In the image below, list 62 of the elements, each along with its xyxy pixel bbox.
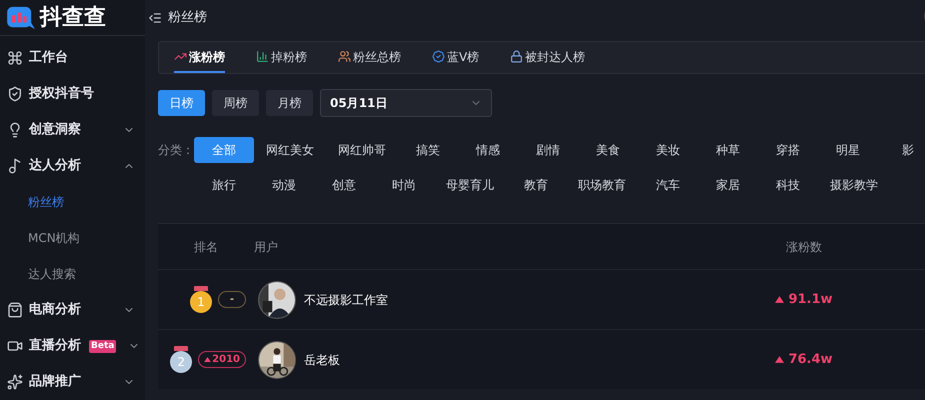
sidebar-subitem[interactable]: 粉丝榜 bbox=[0, 184, 145, 220]
sidebar-subitem[interactable]: MCN机构 bbox=[0, 220, 145, 256]
category-option[interactable]: 职场教育 bbox=[566, 172, 638, 198]
sidebar-item[interactable]: 工作台 bbox=[0, 40, 145, 76]
category-option[interactable]: 影 bbox=[878, 137, 925, 163]
category-option[interactable]: 情感 bbox=[458, 137, 518, 163]
sidebar-item[interactable]: 电商分析 bbox=[0, 292, 145, 328]
category-option[interactable]: 汽车 bbox=[638, 172, 698, 198]
user-name[interactable]: 不远摄影工作室 bbox=[304, 290, 388, 308]
sidebar-item[interactable]: 创意洞察 bbox=[0, 112, 145, 148]
page-title: 粉丝榜 bbox=[168, 8, 207, 27]
category-option[interactable]: 美食 bbox=[578, 137, 638, 163]
category-label: 分类： bbox=[158, 142, 194, 159]
tab[interactable]: 涨粉榜 bbox=[174, 42, 225, 73]
category-option[interactable]: 时尚 bbox=[374, 172, 434, 198]
category-option[interactable]: 网红帅哥 bbox=[326, 137, 398, 163]
category-option[interactable]: 创意 bbox=[314, 172, 374, 198]
category-option[interactable]: 教育 bbox=[506, 172, 566, 198]
category-option[interactable]: 摄影教学 bbox=[818, 172, 890, 198]
sidebar-label: 直播分析 bbox=[29, 337, 81, 356]
follower-gain: 76.4w bbox=[788, 350, 833, 369]
category-option[interactable]: 网红美女 bbox=[254, 137, 326, 163]
beta-badge: Beta bbox=[89, 340, 116, 352]
category-option[interactable]: 母婴育儿 bbox=[434, 172, 506, 198]
follower-gain: 91.1w bbox=[788, 290, 833, 309]
rank-medal: 2 bbox=[170, 346, 192, 373]
sidebar-item[interactable]: 授权抖音号 bbox=[0, 76, 145, 112]
category-option[interactable]: 美妆 bbox=[638, 137, 698, 163]
sidebar-item[interactable]: 达人分析 bbox=[0, 148, 145, 184]
sidebar-label: 品牌推广 bbox=[29, 372, 81, 392]
sidebar-label: 创意洞察 bbox=[29, 120, 81, 140]
sidebar-item[interactable]: 直播分析 Beta bbox=[0, 328, 145, 364]
sidebar-label: 授权抖音号 bbox=[29, 84, 94, 104]
sidebar-label: 工作台 bbox=[29, 49, 68, 68]
rank-medal: 1 bbox=[190, 286, 212, 313]
logo-text: 抖查查 bbox=[40, 6, 106, 28]
tab[interactable]: 粉丝总榜 bbox=[338, 42, 401, 73]
sidebar-subitem[interactable]: 达人搜索 bbox=[0, 256, 145, 292]
column-header: 排名 bbox=[193, 238, 219, 256]
date-select[interactable]: 05月11日 bbox=[320, 89, 492, 117]
user-name[interactable]: 岳老板 bbox=[304, 350, 340, 368]
tab[interactable]: 蓝V榜 bbox=[432, 42, 480, 73]
period-button[interactable]: 周榜 bbox=[212, 90, 259, 116]
category-option[interactable]: 动漫 bbox=[254, 172, 314, 198]
rank-change-badge: - bbox=[218, 291, 246, 308]
period-button[interactable]: 月榜 bbox=[266, 90, 313, 116]
sidebar-label: 电商分析 bbox=[29, 300, 81, 320]
tab[interactable]: 被封达人榜 bbox=[510, 42, 586, 73]
category-option[interactable]: 搞笑 bbox=[398, 137, 458, 163]
category-option[interactable]: 明星 bbox=[818, 137, 878, 163]
category-option[interactable]: 科技 bbox=[758, 172, 818, 198]
rank-change-badge: 2010 bbox=[198, 351, 246, 368]
sidebar-item[interactable]: 品牌推广 bbox=[0, 364, 145, 400]
category-option[interactable]: 家居 bbox=[698, 172, 758, 198]
category-option[interactable]: 种草 bbox=[698, 137, 758, 163]
sidebar-label: 达人分析 bbox=[29, 157, 81, 176]
column-header: 用户 bbox=[254, 238, 279, 256]
category-option[interactable]: 剧情 bbox=[518, 137, 578, 163]
tab[interactable]: 掉粉榜 bbox=[256, 42, 307, 73]
category-option[interactable]: 旅行 bbox=[194, 172, 254, 198]
category-option[interactable]: 穿搭 bbox=[758, 137, 818, 163]
column-header: 涨粉数 bbox=[785, 238, 823, 256]
